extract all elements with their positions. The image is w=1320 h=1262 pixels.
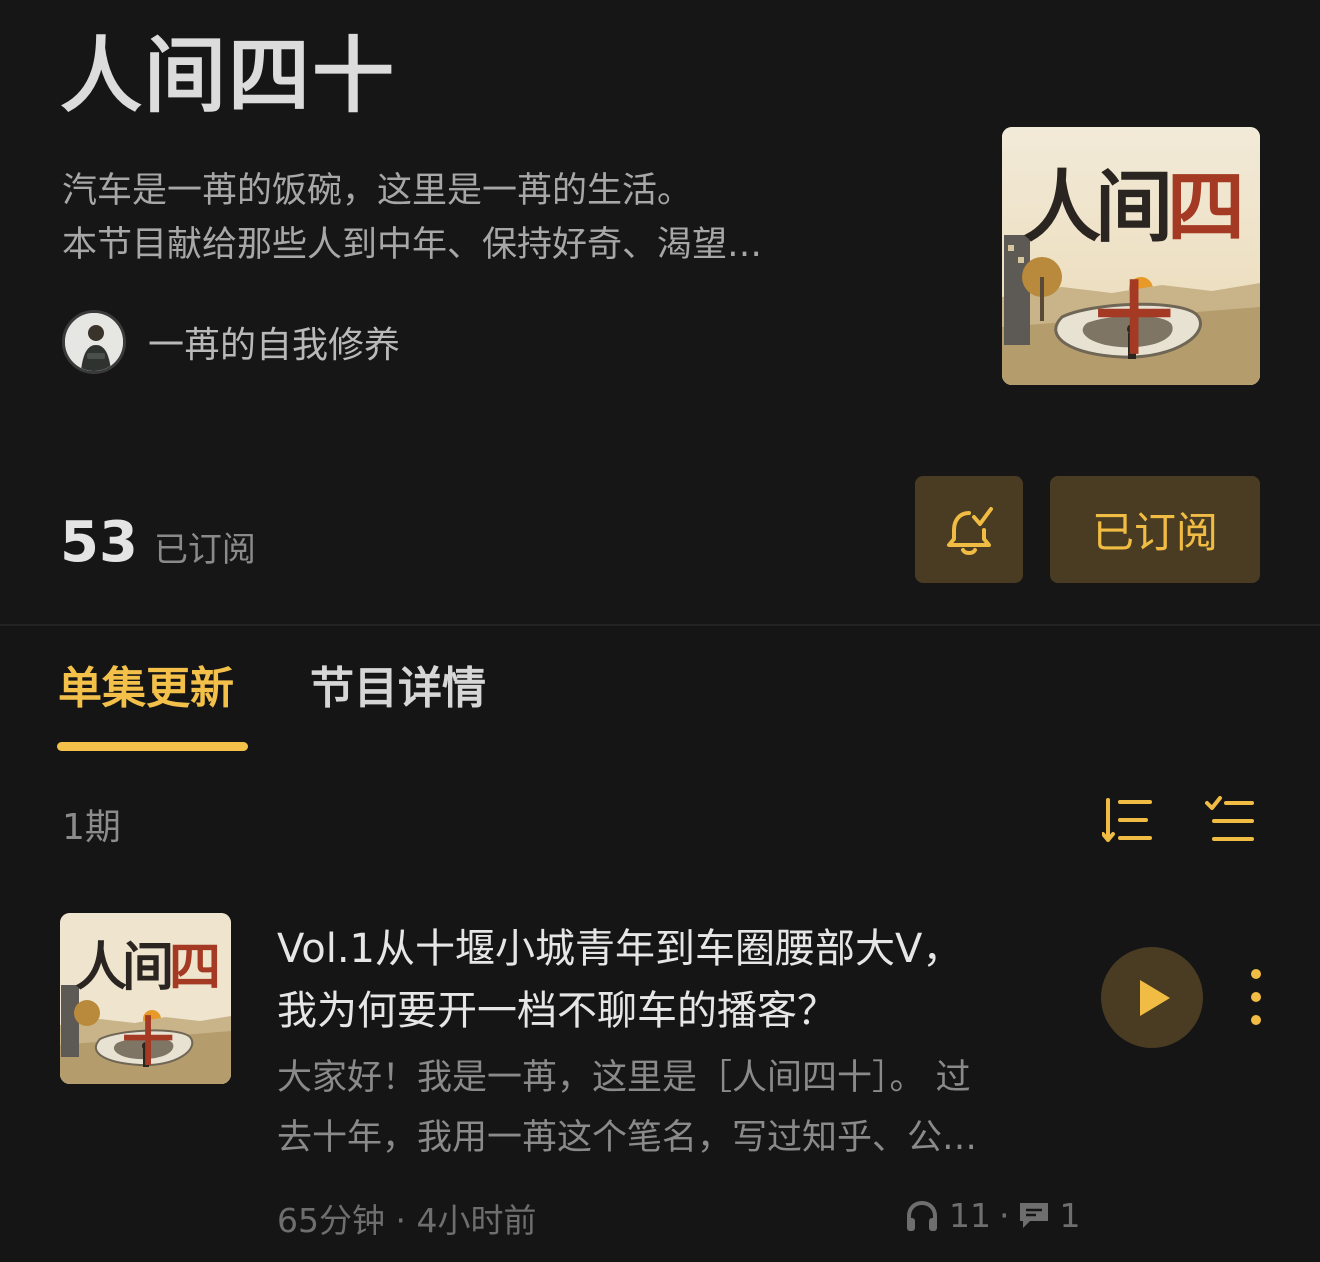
author-row[interactable]: 一苒的自我修养 bbox=[62, 310, 400, 374]
cover-title: 人间四十 bbox=[1002, 145, 1260, 369]
comment-icon bbox=[1019, 1202, 1048, 1228]
stats-separator: · bbox=[999, 1196, 1010, 1235]
play-button[interactable] bbox=[1101, 947, 1203, 1048]
subscriber-count: 53 bbox=[60, 510, 138, 575]
play-icon bbox=[1140, 979, 1170, 1016]
active-tab-indicator bbox=[57, 742, 248, 751]
subscriber-stats: 53 已订阅 bbox=[60, 510, 256, 575]
episode-count: 1期 bbox=[62, 807, 121, 848]
podcast-description[interactable]: 汽车是一苒的饭碗，这里是一苒的生活。 本节目献给那些人到中年、保持好奇、渴望… bbox=[62, 164, 902, 272]
episode-cover[interactable]: 人间四十 bbox=[60, 913, 231, 1084]
episode-duration-time: 65分钟 · 4小时前 bbox=[277, 1201, 537, 1240]
episode-title-line-1: Vol.1从十堰小城青年到车圈腰部大V， bbox=[277, 926, 963, 972]
episode-title[interactable]: Vol.1从十堰小城青年到车圈腰部大V， 我为何要开一档不聊车的播客？ bbox=[277, 918, 1057, 1042]
episode-title-line-2: 我为何要开一档不聊车的播客？ bbox=[277, 988, 837, 1034]
episode-summary-line-2: 去十年，我用一苒这个笔名，写过知乎、公… bbox=[277, 1118, 978, 1158]
play-count: 11 bbox=[949, 1196, 991, 1235]
episode-cover-title-dark: 人间 bbox=[74, 937, 174, 998]
episode-cover-title: 人间四十 bbox=[60, 925, 231, 1075]
author-name: 一苒的自我修养 bbox=[148, 325, 401, 366]
avatar[interactable] bbox=[62, 310, 126, 374]
podcast-title: 人间四十 bbox=[60, 29, 397, 124]
episode-stats: 11 · 1 bbox=[905, 1196, 1081, 1235]
tab-details[interactable]: 节目详情 bbox=[310, 660, 486, 718]
comment-count: 1 bbox=[1059, 1196, 1081, 1235]
description-line-1: 汽车是一苒的饭碗，这里是一苒的生活。 bbox=[62, 171, 693, 211]
section-divider bbox=[0, 624, 1320, 626]
podcast-header: 人间四十 汽车是一苒的饭碗，这里是一苒的生活。 本节目献给那些人到中年、保持好奇… bbox=[0, 0, 1320, 624]
cover-title-dark: 人间 bbox=[1022, 162, 1173, 253]
subscribe-button[interactable]: 已订阅 bbox=[1050, 476, 1260, 583]
bell-check-icon bbox=[947, 506, 993, 555]
multi-select-icon[interactable] bbox=[1204, 796, 1256, 846]
avatar-photo bbox=[65, 313, 123, 371]
headphones-icon bbox=[907, 1200, 937, 1231]
podcast-cover: 人间四十 bbox=[1002, 127, 1260, 385]
tab-episodes[interactable]: 单集更新 bbox=[58, 660, 234, 718]
episode-summary[interactable]: 大家好！我是一苒，这里是［人间四十］。 过 去十年，我用一苒这个笔名，写过知乎、… bbox=[277, 1048, 1077, 1168]
subscriber-label: 已订阅 bbox=[153, 530, 256, 570]
more-options-icon[interactable] bbox=[1238, 962, 1274, 1032]
sort-icon[interactable] bbox=[1102, 796, 1154, 846]
notification-button[interactable] bbox=[915, 476, 1023, 583]
episode-summary-line-1: 大家好！我是一苒，这里是［人间四十］。 过 bbox=[277, 1058, 971, 1098]
description-line-2: 本节目献给那些人到中年、保持好奇、渴望… bbox=[62, 225, 763, 265]
